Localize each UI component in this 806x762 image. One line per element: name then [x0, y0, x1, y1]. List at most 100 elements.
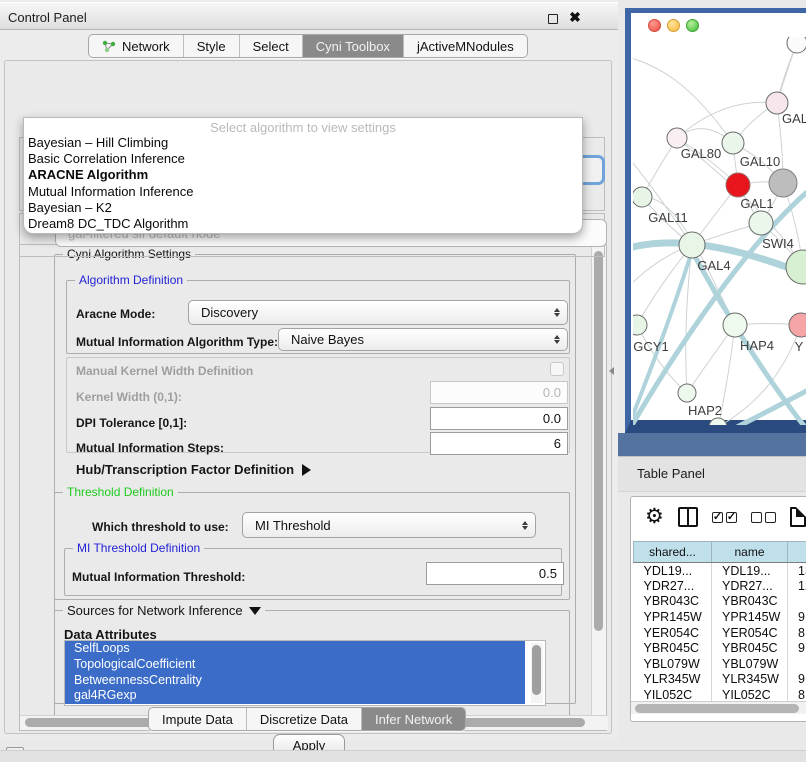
- table-cell[interactable]: 9.: [788, 640, 806, 656]
- tab-network[interactable]: Network: [89, 35, 184, 57]
- table-cell[interactable]: YPR145W: [712, 609, 788, 625]
- table-cell[interactable]: YDL19...: [634, 563, 712, 579]
- algorithm-option[interactable]: Dream8 DC_TDC Algorithm: [24, 216, 582, 232]
- table-row[interactable]: YPR145WYPR145W9.: [634, 609, 806, 625]
- table-cell[interactable]: YER054C: [634, 625, 712, 641]
- mi-algorithm-type-combobox[interactable]: Naive Bayes: [278, 328, 568, 351]
- table-cell[interactable]: YDL19...: [712, 563, 788, 579]
- table-cell[interactable]: YPR145W: [634, 609, 712, 625]
- algorithm-option[interactable]: Basic Correlation Inference: [24, 151, 582, 167]
- table-cell[interactable]: YBL079W: [634, 656, 712, 672]
- table-cell[interactable]: 8.: [788, 625, 806, 641]
- tab-impute-data[interactable]: Impute Data: [149, 708, 247, 730]
- network-node[interactable]: [787, 37, 806, 53]
- float-panel-icon[interactable]: [548, 14, 558, 24]
- network-node[interactable]: [633, 315, 647, 335]
- algorithm-option[interactable]: Mutual Information Inference: [24, 184, 582, 200]
- table-row[interactable]: YBL079WYBL079W: [634, 656, 806, 672]
- tab-jactivemnodules[interactable]: jActiveMNodules: [404, 35, 527, 57]
- attribute-item-selected[interactable]: TopologicalCoefficient: [65, 657, 525, 673]
- tab-select[interactable]: Select: [240, 35, 303, 57]
- table-cell[interactable]: YLR345W: [634, 672, 712, 688]
- mi-threshold-field[interactable]: [426, 562, 564, 585]
- table-horizontal-scrollbar[interactable]: [631, 701, 806, 714]
- algorithm-option-selected[interactable]: ARACNE Algorithm: [24, 167, 582, 183]
- select-all-columns-icon[interactable]: [712, 512, 737, 523]
- tab-cyni-toolbox[interactable]: Cyni Toolbox: [303, 35, 404, 57]
- table-cell[interactable]: YDR27...: [634, 578, 712, 594]
- dpi-tolerance-field[interactable]: [430, 407, 568, 430]
- network-node[interactable]: [723, 313, 747, 337]
- network-node[interactable]: [749, 211, 773, 235]
- table-row[interactable]: YBR043CYBR043C: [634, 594, 806, 610]
- algorithm-option[interactable]: Bayesian – Hill Climbing: [24, 135, 582, 151]
- algorithm-option[interactable]: Bayesian – K2: [24, 200, 582, 216]
- table-cell[interactable]: YER054C: [712, 625, 788, 641]
- vertical-scrollbar-thumb[interactable]: [594, 251, 603, 631]
- table-cell[interactable]: [788, 594, 806, 610]
- table-cell[interactable]: YBL079W: [712, 656, 788, 672]
- table-header-row[interactable]: shared...nameA: [634, 542, 806, 563]
- network-node[interactable]: [667, 128, 687, 148]
- mi-steps-field[interactable]: [430, 432, 568, 455]
- tab-discretize-data[interactable]: Discretize Data: [247, 708, 362, 730]
- splitter-collapse-arrow[interactable]: [609, 367, 614, 375]
- network-view-window[interactable]: GALGAL80GAL10GAL1GAL11SWI4GAL4GCY1HAP4YH…: [625, 8, 806, 433]
- table-row[interactable]: YER054CYER054C8.: [634, 625, 806, 641]
- network-node[interactable]: [769, 169, 797, 197]
- table-column-header[interactable]: name: [712, 542, 788, 563]
- table-row[interactable]: YDL19...YDL19...13: [634, 563, 806, 579]
- network-node[interactable]: [709, 418, 727, 425]
- table-cell[interactable]: YBR045C: [634, 640, 712, 656]
- deselect-all-columns-icon[interactable]: [751, 512, 776, 523]
- table-row[interactable]: YDR27...YDR27...12: [634, 578, 806, 594]
- table-cell[interactable]: YBR043C: [712, 594, 788, 610]
- expanded-arrow-icon[interactable]: [249, 607, 261, 615]
- table-cell[interactable]: 13: [788, 563, 806, 579]
- table-cell[interactable]: YBR045C: [712, 640, 788, 656]
- window-zoom-button[interactable]: [686, 19, 699, 32]
- attribute-item-selected[interactable]: BetweennessCentrality: [65, 673, 525, 689]
- attribute-list-scrollbar[interactable]: [531, 643, 543, 703]
- network-canvas[interactable]: GALGAL80GAL10GAL1GAL11SWI4GAL4GCY1HAP4YH…: [633, 37, 806, 425]
- tab-style[interactable]: Style: [184, 35, 240, 57]
- export-table-icon[interactable]: [790, 507, 806, 527]
- hub-definition-toggle[interactable]: Hub/Transcription Factor Definition: [76, 462, 311, 477]
- control-panel-tabstrip: Network Style Select Cyni Toolbox jActiv…: [88, 34, 528, 58]
- network-node[interactable]: [786, 250, 806, 284]
- table-settings-gear-icon[interactable]: ⚙: [645, 507, 664, 527]
- manual-kernel-width-checkbox[interactable]: [550, 362, 564, 376]
- table-row[interactable]: YLR345WYLR345W9.: [634, 672, 806, 688]
- node-table[interactable]: shared...nameA YDL19...YDL19...13YDR27..…: [633, 541, 806, 703]
- close-panel-icon[interactable]: ✖: [568, 10, 582, 24]
- table-column-header[interactable]: shared...: [634, 542, 712, 563]
- window-minimize-button[interactable]: [667, 19, 680, 32]
- attribute-item-selected[interactable]: SelfLoops: [65, 641, 525, 657]
- table-cell[interactable]: YDR27...: [712, 578, 788, 594]
- table-row[interactable]: YBR045CYBR045C9.: [634, 640, 806, 656]
- column-layout-icon[interactable]: [678, 507, 698, 527]
- hub-definition-label: Hub/Transcription Factor Definition: [76, 462, 294, 477]
- settings-vertical-scrollbar[interactable]: [591, 245, 606, 715]
- network-node[interactable]: [633, 187, 652, 207]
- table-cell[interactable]: 12: [788, 578, 806, 594]
- data-attributes-list[interactable]: SelfLoops TopologicalCoefficient Between…: [64, 640, 546, 706]
- window-close-button[interactable]: [648, 19, 661, 32]
- which-threshold-combobox[interactable]: MI Threshold: [242, 512, 536, 538]
- tab-infer-network[interactable]: Infer Network: [362, 708, 465, 730]
- table-cell[interactable]: [788, 656, 806, 672]
- network-node[interactable]: [789, 313, 806, 337]
- mi-threshold-label: Mutual Information Threshold:: [72, 570, 245, 584]
- network-node[interactable]: [679, 232, 705, 258]
- table-cell[interactable]: YLR345W: [712, 672, 788, 688]
- network-node[interactable]: [722, 132, 744, 154]
- table-cell[interactable]: 9.: [788, 672, 806, 688]
- aracne-mode-combobox[interactable]: Discovery: [188, 300, 568, 325]
- table-cell[interactable]: 9.: [788, 609, 806, 625]
- table-column-header[interactable]: A: [788, 542, 806, 563]
- table-cell[interactable]: YBR043C: [634, 594, 712, 610]
- network-node[interactable]: [726, 173, 750, 197]
- attribute-item-selected[interactable]: gal4RGexp: [65, 688, 525, 704]
- network-node[interactable]: [678, 384, 696, 402]
- collapsed-arrow-icon[interactable]: [302, 464, 311, 476]
